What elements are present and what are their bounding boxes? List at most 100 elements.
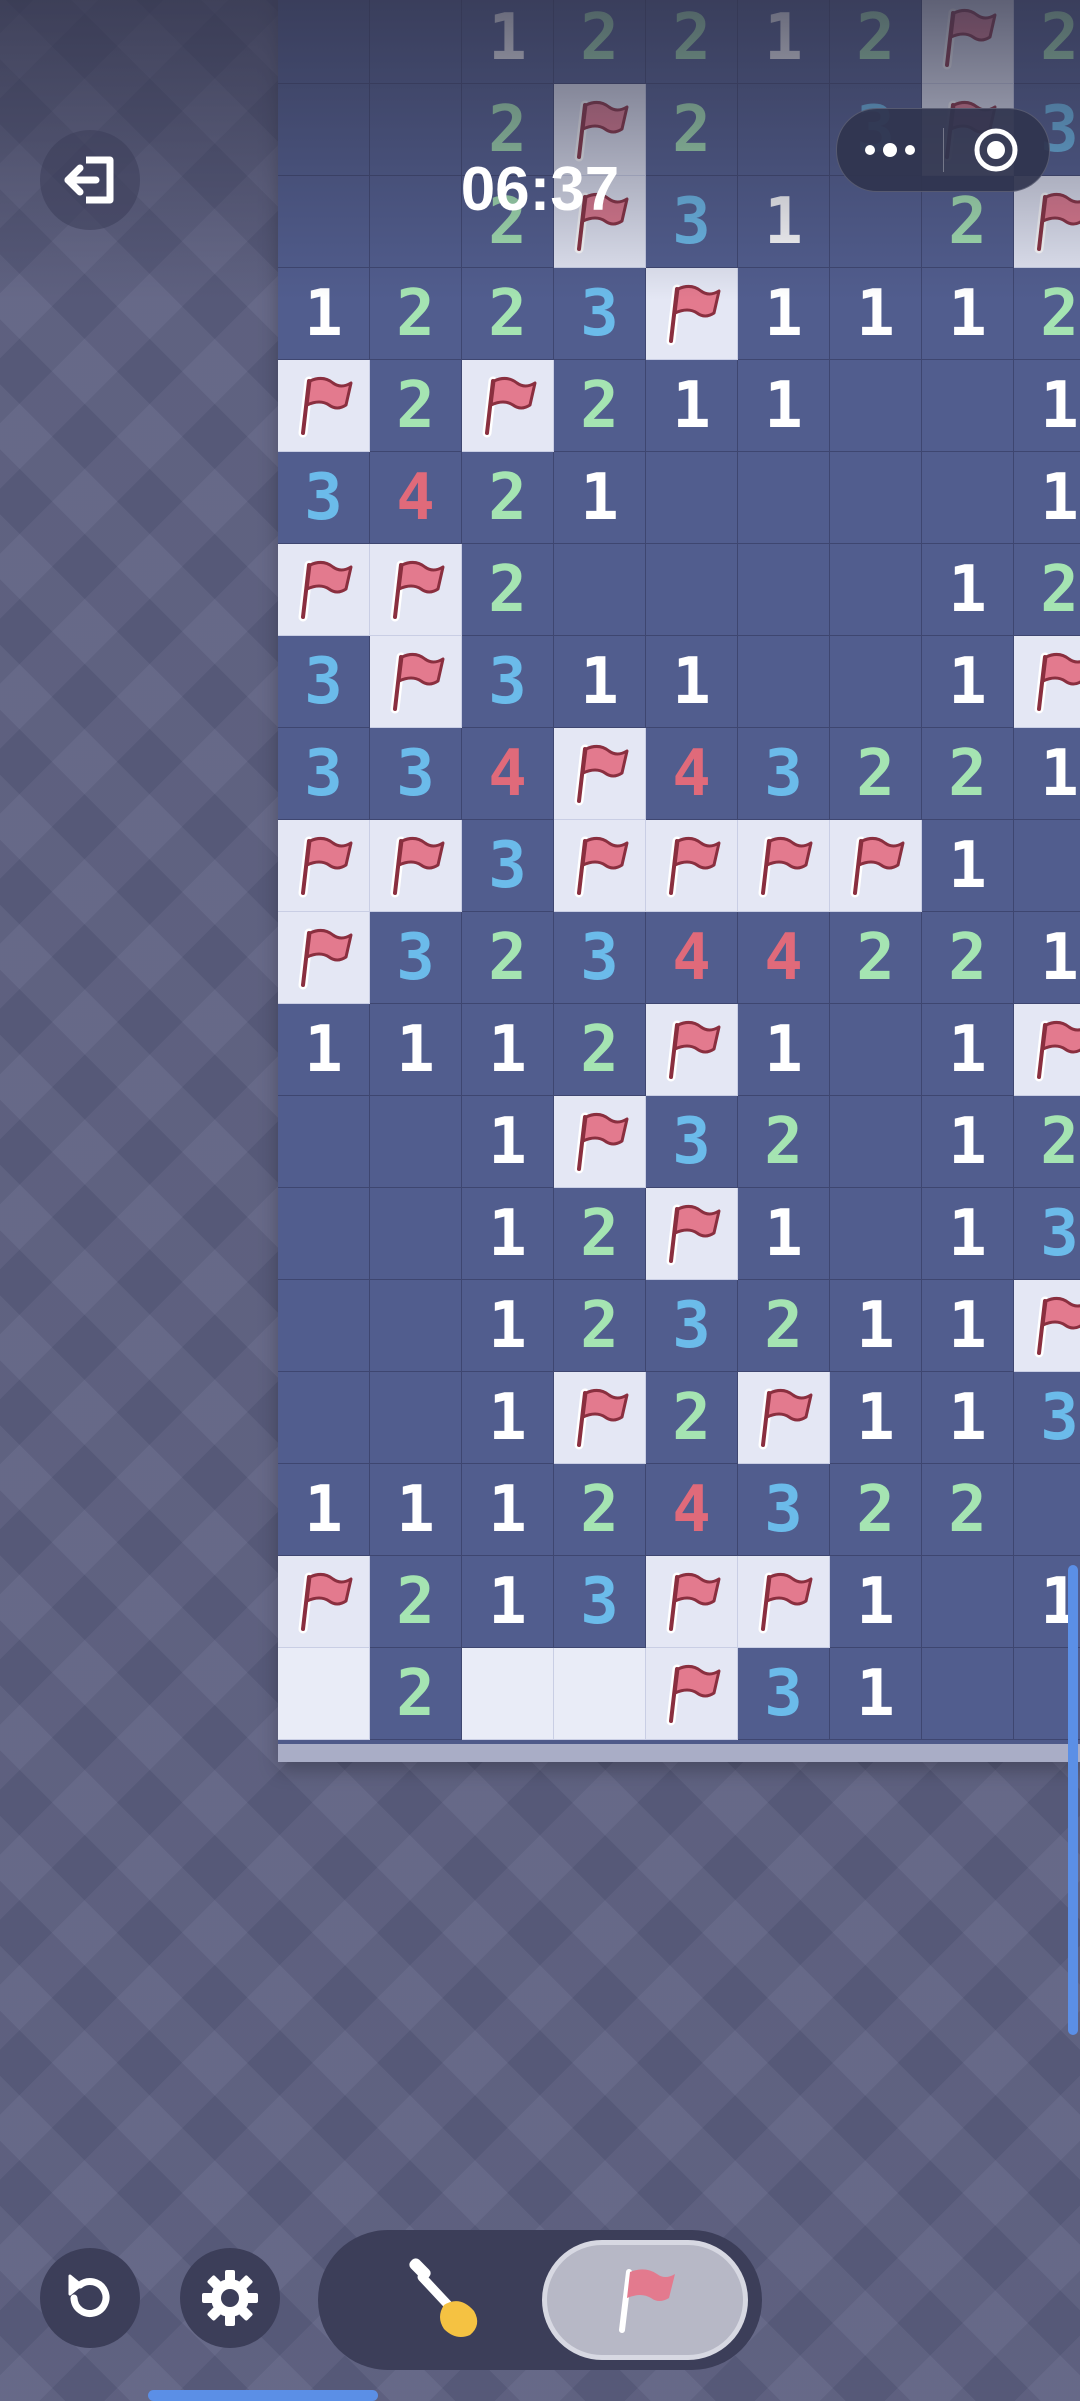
number-cell[interactable]: 3 [1014,1188,1080,1280]
number-cell[interactable]: 2 [370,1556,462,1648]
empty-cell[interactable] [278,84,370,176]
number-cell[interactable]: 1 [922,1188,1014,1280]
number-cell[interactable]: 4 [370,452,462,544]
number-cell[interactable]: 3 [554,268,646,360]
number-cell[interactable]: 1 [1014,360,1080,452]
number-cell[interactable]: 1 [922,636,1014,728]
unrevealed-cell[interactable] [462,1648,554,1740]
empty-cell[interactable] [278,1280,370,1372]
empty-cell[interactable] [738,84,830,176]
number-cell[interactable]: 2 [922,728,1014,820]
number-cell[interactable]: 1 [830,268,922,360]
flagged-cell[interactable] [1014,1004,1080,1096]
number-cell[interactable]: 3 [646,1096,738,1188]
flagged-cell[interactable] [554,820,646,912]
number-cell[interactable]: 2 [554,0,646,84]
number-cell[interactable]: 2 [646,0,738,84]
number-cell[interactable]: 3 [370,912,462,1004]
number-cell[interactable]: 4 [646,912,738,1004]
flagged-cell[interactable] [646,1648,738,1740]
number-cell[interactable]: 1 [738,268,830,360]
empty-cell[interactable] [830,1004,922,1096]
number-cell[interactable]: 2 [830,728,922,820]
number-cell[interactable]: 3 [278,728,370,820]
number-cell[interactable]: 1 [462,1464,554,1556]
empty-cell[interactable] [922,1648,1014,1740]
number-cell[interactable]: 4 [738,912,830,1004]
flagged-cell[interactable] [554,1372,646,1464]
empty-cell[interactable] [278,1372,370,1464]
number-cell[interactable]: 2 [1014,1096,1080,1188]
number-cell[interactable]: 1 [922,1372,1014,1464]
number-cell[interactable]: 4 [646,1464,738,1556]
flagged-cell[interactable] [646,820,738,912]
empty-cell[interactable] [370,1372,462,1464]
number-cell[interactable]: 1 [462,1556,554,1648]
more-button[interactable] [837,109,943,191]
number-cell[interactable]: 1 [278,1004,370,1096]
flagged-cell[interactable] [462,360,554,452]
number-cell[interactable]: 2 [1014,544,1080,636]
flagged-cell[interactable] [830,820,922,912]
empty-cell[interactable] [278,1188,370,1280]
empty-cell[interactable] [738,452,830,544]
number-cell[interactable]: 1 [278,268,370,360]
empty-cell[interactable] [370,1188,462,1280]
number-cell[interactable]: 2 [370,268,462,360]
empty-cell[interactable] [922,1556,1014,1648]
number-cell[interactable]: 3 [646,176,738,268]
empty-cell[interactable] [646,452,738,544]
number-cell[interactable]: 1 [830,1648,922,1740]
number-cell[interactable]: 4 [462,728,554,820]
number-cell[interactable]: 2 [462,452,554,544]
flagged-cell[interactable] [1014,636,1080,728]
empty-cell[interactable] [830,1096,922,1188]
number-cell[interactable]: 1 [462,0,554,84]
number-cell[interactable]: 3 [738,1464,830,1556]
number-cell[interactable]: 1 [370,1004,462,1096]
number-cell[interactable]: 1 [922,268,1014,360]
number-cell[interactable]: 2 [462,544,554,636]
unrevealed-cell[interactable] [278,1648,370,1740]
empty-cell[interactable] [1014,820,1080,912]
number-cell[interactable]: 2 [646,84,738,176]
number-cell[interactable]: 1 [370,1464,462,1556]
flagged-cell[interactable] [922,0,1014,84]
number-cell[interactable]: 2 [554,1464,646,1556]
number-cell[interactable]: 2 [554,1004,646,1096]
empty-cell[interactable] [370,0,462,84]
empty-cell[interactable] [738,544,830,636]
flag-mode-button[interactable] [542,2240,748,2360]
empty-cell[interactable] [1014,1464,1080,1556]
number-cell[interactable]: 1 [554,452,646,544]
dig-mode-button[interactable] [348,2240,538,2360]
empty-cell[interactable] [370,1280,462,1372]
empty-cell[interactable] [830,636,922,728]
empty-cell[interactable] [370,1096,462,1188]
number-cell[interactable]: 1 [462,1096,554,1188]
number-cell[interactable]: 1 [738,1004,830,1096]
flagged-cell[interactable] [278,912,370,1004]
number-cell[interactable]: 1 [738,360,830,452]
number-cell[interactable]: 1 [462,1004,554,1096]
scrollbar[interactable] [1068,1565,1078,2035]
number-cell[interactable]: 1 [554,636,646,728]
flagged-cell[interactable] [370,820,462,912]
number-cell[interactable]: 1 [278,1464,370,1556]
number-cell[interactable]: 1 [1014,912,1080,1004]
empty-cell[interactable] [922,360,1014,452]
flagged-cell[interactable] [646,1556,738,1648]
flagged-cell[interactable] [370,544,462,636]
number-cell[interactable]: 3 [278,636,370,728]
number-cell[interactable]: 2 [462,268,554,360]
number-cell[interactable]: 2 [554,360,646,452]
number-cell[interactable]: 2 [554,1280,646,1372]
number-cell[interactable]: 2 [738,1280,830,1372]
number-cell[interactable]: 1 [922,1096,1014,1188]
number-cell[interactable]: 1 [830,1280,922,1372]
number-cell[interactable]: 1 [738,0,830,84]
empty-cell[interactable] [830,1188,922,1280]
number-cell[interactable]: 2 [1014,0,1080,84]
flagged-cell[interactable] [738,820,830,912]
number-cell[interactable]: 3 [646,1280,738,1372]
